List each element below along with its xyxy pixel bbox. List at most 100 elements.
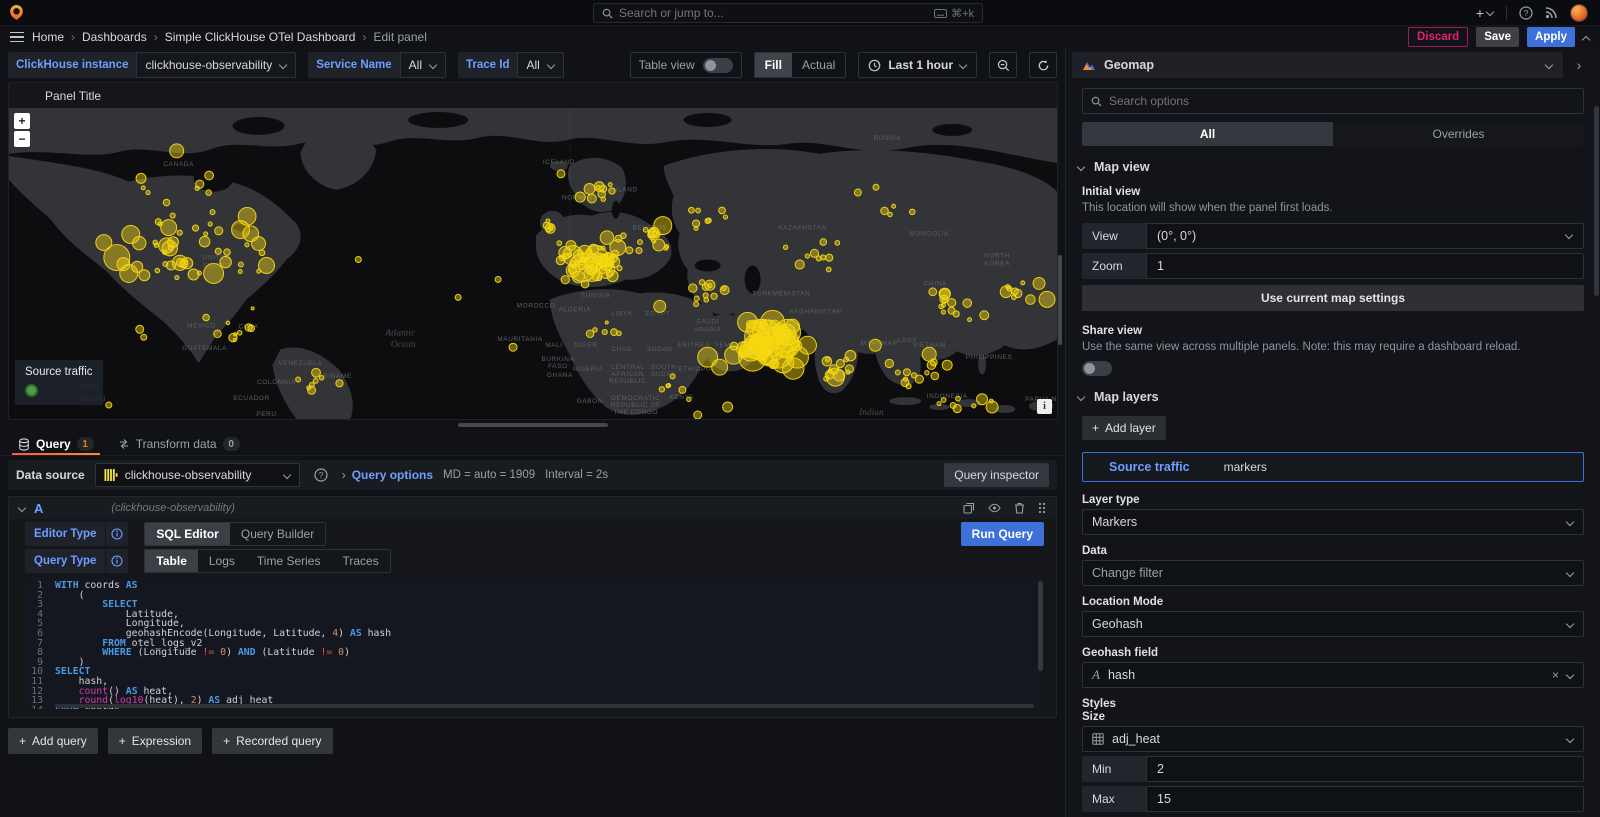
zoom-input[interactable]: 1	[1146, 253, 1584, 279]
tab-transform-data[interactable]: Transform data 0	[108, 430, 250, 455]
breadcrumb-home[interactable]: Home	[32, 30, 64, 44]
add-expression-button[interactable]: +Expression	[108, 728, 202, 754]
table-view-toggle[interactable]: Table view	[630, 52, 742, 78]
run-query-button[interactable]: Run Query	[961, 522, 1044, 546]
menu-icon[interactable]	[10, 32, 24, 43]
geohash-field-select[interactable]: A hash ×	[1082, 662, 1584, 688]
location-mode-select[interactable]: Geohash	[1082, 611, 1584, 637]
add-query-button[interactable]: +Add query	[8, 728, 98, 754]
save-button[interactable]: Save	[1476, 27, 1519, 47]
section-map-view[interactable]: Map view	[1078, 160, 1584, 174]
service-name-select[interactable]: All	[400, 52, 446, 78]
max-input[interactable]: 15	[1146, 786, 1584, 812]
time-range-picker[interactable]: Last 1 hour	[858, 52, 977, 78]
query-header[interactable]: A (clickhouse-observability)	[9, 497, 1056, 519]
map-marker	[903, 369, 910, 376]
info-icon[interactable]	[106, 522, 128, 546]
pane-resize-handle[interactable]	[0, 420, 1065, 430]
map-zoom-in-button[interactable]: +	[14, 113, 30, 129]
table-view-switch[interactable]	[703, 58, 733, 73]
map-marker	[761, 310, 785, 334]
options-search-field[interactable]	[1109, 94, 1575, 108]
hide-query-icon[interactable]	[988, 503, 1001, 513]
duplicate-query-icon[interactable]	[963, 502, 975, 514]
view-select[interactable]: (0°, 0°)	[1146, 223, 1584, 249]
transform-icon	[118, 438, 130, 450]
avatar[interactable]	[1570, 4, 1588, 22]
geomap-canvas[interactable]: CANADARUSSIAUNITEDSTATESMEXICOCUBAKAZAKH…	[9, 108, 1057, 419]
share-view-switch[interactable]	[1082, 361, 1112, 376]
plus-icon: +	[1092, 421, 1099, 435]
add-recorded-query-button[interactable]: +Recorded query	[212, 728, 332, 754]
info-icon[interactable]	[106, 549, 128, 573]
use-current-map-settings-button[interactable]: Use current map settings	[1082, 285, 1584, 311]
section-map-layers[interactable]: Map layers	[1078, 390, 1584, 404]
query-type-traces[interactable]: Traces	[331, 550, 389, 572]
map-marker	[608, 183, 612, 187]
add-menu-button[interactable]: +	[1476, 5, 1494, 21]
grafana-logo-icon[interactable]	[8, 4, 25, 21]
collapse-query-icon[interactable]	[19, 505, 26, 512]
query-type-table[interactable]: Table	[145, 550, 197, 572]
clear-icon[interactable]: ×	[1552, 668, 1559, 682]
map-zoom-out-button[interactable]: −	[14, 131, 30, 147]
discard-button[interactable]: Discard	[1408, 27, 1468, 47]
search-field[interactable]	[619, 6, 928, 20]
breadcrumb-dashboard-title[interactable]: Simple ClickHouse OTel Dashboard	[165, 30, 356, 44]
layer-type-select[interactable]: Markers	[1082, 509, 1584, 535]
map-marker	[251, 307, 254, 310]
options-search[interactable]	[1082, 88, 1584, 114]
collapse-options-icon[interactable]	[1583, 34, 1590, 41]
query-inspector-button[interactable]: Query inspector	[944, 463, 1049, 487]
code-vertical-scrollbar[interactable]	[1038, 581, 1043, 671]
refresh-button[interactable]	[1029, 52, 1057, 78]
sidebar-scrollbar[interactable]	[1594, 106, 1599, 296]
map-marker	[617, 331, 622, 336]
map-attribution-button[interactable]: i	[1037, 399, 1052, 414]
min-input[interactable]: 2	[1146, 756, 1584, 782]
sql-code-editor[interactable]: 1WITH coords AS2 (3 SELECT4 Latitude,5 L…	[25, 578, 1044, 709]
map-marker	[141, 186, 145, 190]
panel-header[interactable]: Panel Title	[9, 83, 1057, 108]
datasource-help-icon[interactable]: ?	[310, 464, 332, 486]
zoom-out-time-button[interactable]	[989, 52, 1017, 78]
drag-handle-icon[interactable]	[1038, 502, 1046, 514]
query-type-timeseries[interactable]: Time Series	[246, 550, 332, 572]
map-marker	[942, 298, 946, 302]
query-datasource-hint: (clickhouse-observability)	[111, 502, 235, 514]
fill-option[interactable]: Fill	[755, 53, 792, 77]
size-field-select[interactable]: adj_heat	[1082, 726, 1584, 752]
trace-id-select[interactable]: All	[517, 52, 563, 78]
delete-query-icon[interactable]	[1014, 502, 1025, 514]
breadcrumb-dashboards[interactable]: Dashboards	[82, 30, 147, 44]
query-options-toggle[interactable]: › Query options	[342, 468, 433, 482]
help-icon[interactable]: ?	[1519, 6, 1533, 20]
map-marker	[1021, 281, 1025, 285]
news-icon[interactable]	[1545, 6, 1558, 19]
toggle-pane-icon[interactable]: ›	[1568, 54, 1590, 76]
map-marker	[667, 384, 671, 388]
layer-type-label: Layer type	[1082, 494, 1584, 506]
query-type-logs[interactable]: Logs	[198, 550, 246, 572]
clickhouse-instance-select[interactable]: clickhouse-observability	[136, 52, 296, 78]
visualization-picker[interactable]: Geomap	[1072, 52, 1563, 78]
map-marker	[953, 405, 961, 413]
sql-editor-option[interactable]: SQL Editor	[145, 523, 229, 545]
apply-button[interactable]: Apply	[1527, 27, 1575, 47]
edit-pane-scrollbar[interactable]	[1058, 255, 1062, 345]
svg-text:VENEZUELA: VENEZUELA	[278, 360, 322, 367]
map-marker	[909, 209, 915, 215]
datasource-select[interactable]: clickhouse-observability	[95, 463, 300, 487]
tab-query[interactable]: Query 1	[8, 430, 104, 455]
tab-overrides[interactable]: Overrides	[1333, 122, 1584, 146]
query-builder-option[interactable]: Query Builder	[230, 523, 325, 545]
layer-row-source-traffic[interactable]: Source traffic markers	[1082, 452, 1584, 482]
data-filter-select[interactable]: Change filter	[1082, 560, 1584, 586]
tab-all[interactable]: All	[1082, 122, 1333, 146]
actual-option[interactable]: Actual	[792, 53, 845, 77]
global-search-input[interactable]: ⌘+k	[593, 3, 983, 23]
map-marker	[820, 239, 827, 246]
svg-text:TUNISIA: TUNISIA	[581, 292, 611, 299]
add-layer-button[interactable]: +Add layer	[1082, 416, 1166, 440]
code-horizontal-scrollbar[interactable]	[55, 704, 1034, 708]
